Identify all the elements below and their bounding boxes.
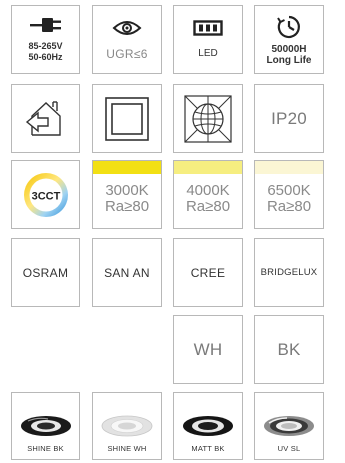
cct-cri: Ra≥80	[266, 198, 312, 215]
finish-shine-bk: SHINE BK	[11, 392, 80, 460]
double-frame-icon	[105, 96, 149, 141]
cct-option-4000k: 4000K Ra≥80	[173, 160, 243, 229]
color-temperature-ring-icon: 3CCT	[23, 172, 68, 217]
brand-san-an: SAN AN	[92, 238, 162, 307]
cct-badge-text: 3CCT	[31, 190, 60, 202]
brand-label: OSRAM	[22, 265, 69, 280]
color-option-wh: WH	[173, 315, 243, 384]
led-chip-icon	[193, 20, 223, 36]
cct-cri: Ra≥80	[185, 198, 231, 215]
brand-label: SAN AN	[104, 265, 150, 280]
lifetime-hours: 50000H	[271, 43, 307, 55]
finish-label: UV SL	[277, 444, 301, 453]
frequency-range: 50-60Hz	[28, 51, 63, 62]
brand-label: CREE	[190, 265, 226, 280]
ip-rating-tile: IP20	[254, 84, 324, 153]
finish-label: SHINE BK	[27, 444, 64, 453]
cct-color-bar	[93, 161, 161, 174]
lifetime-label: Long Life	[266, 54, 312, 66]
indoor-tile	[11, 84, 80, 153]
color-label: WH	[193, 339, 223, 359]
cct-temperature: 4000K	[186, 182, 230, 199]
globe-tile	[173, 84, 243, 153]
voltage-range: 85-265V	[28, 40, 63, 51]
finish-label: SHINE WH	[107, 444, 147, 453]
cct-cri: Ra≥80	[104, 198, 150, 215]
globe-grid-icon	[184, 94, 232, 143]
cct-temperature: 3000K	[105, 182, 149, 199]
voltage-tile: 85-265V 50-60Hz	[11, 5, 80, 74]
cct-temperature: 6500K	[267, 182, 311, 199]
cct-color-bar	[174, 161, 242, 174]
plug-icon	[29, 17, 61, 32]
cct-option-6500k: 6500K Ra≥80	[254, 160, 324, 229]
finish-uv-sl: UV SL	[254, 392, 324, 460]
reflector-uv-silver-image	[264, 416, 314, 436]
led-tile: LED	[173, 5, 243, 74]
color-option-bk: BK	[254, 315, 324, 384]
ip-rating-label: IP20	[271, 108, 307, 128]
frame-tile	[92, 84, 162, 153]
ugr-label: UGR≤6	[106, 46, 148, 61]
brand-bridgelux: BRIDGELUX	[254, 238, 324, 307]
finish-matt-bk: MATT BK	[173, 392, 243, 460]
led-label: LED	[198, 48, 218, 59]
cct-color-bar	[255, 161, 323, 174]
cct-badge-tile: 3CCT	[11, 160, 80, 229]
eye-icon	[112, 20, 142, 35]
brand-osram: OSRAM	[11, 238, 80, 307]
brand-label: BRIDGELUX	[260, 267, 318, 278]
home-arrow-icon	[25, 100, 61, 136]
lifetime-tile: 50000H Long Life	[254, 5, 324, 74]
cct-option-3000k: 3000K Ra≥80	[92, 160, 162, 229]
reflector-matt-black-image	[183, 416, 233, 436]
brand-cree: CREE	[173, 238, 243, 307]
clock-icon	[277, 15, 300, 38]
ugr-tile: UGR≤6	[92, 5, 162, 74]
finish-shine-wh: SHINE WH	[92, 392, 162, 460]
reflector-shine-white-image	[101, 415, 153, 437]
color-label: BK	[277, 339, 301, 359]
finish-label: MATT BK	[191, 444, 225, 453]
reflector-shine-black-image	[20, 416, 71, 436]
